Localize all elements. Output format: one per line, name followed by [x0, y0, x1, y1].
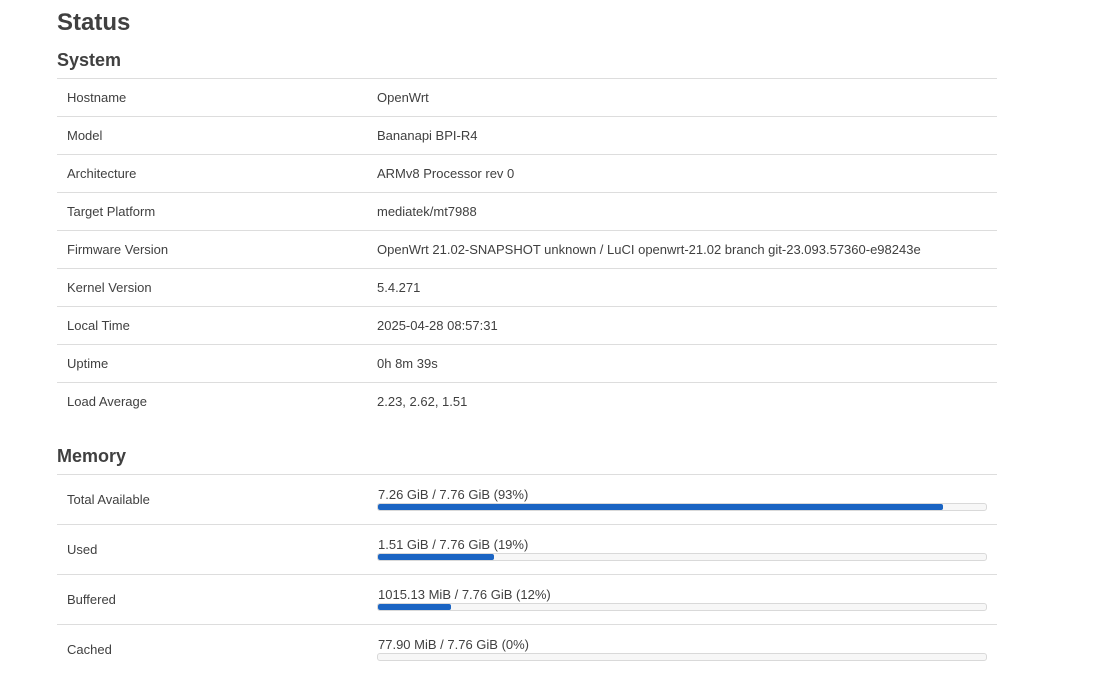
memory-section-title: Memory: [57, 446, 127, 466]
table-row: Architecture ARMv8 Processor rev 0: [57, 155, 997, 193]
table-row: Kernel Version 5.4.271: [57, 269, 997, 307]
progress-fill: [378, 604, 451, 610]
system-section-title: System: [57, 50, 122, 70]
table-row: Hostname OpenWrt: [57, 79, 997, 117]
memory-text-cached: 77.90 MiB / 7.76 GiB (0%): [378, 637, 530, 652]
memory-bar-total-available: [377, 503, 987, 511]
system-value-local-time: 2025-04-28 08:57:31: [377, 318, 498, 333]
system-value-target-platform: mediatek/mt7988: [377, 204, 477, 219]
table-row: Model Bananapi BPI-R4: [57, 117, 997, 155]
system-value-hostname: OpenWrt: [377, 90, 429, 105]
memory-label-used: Used: [67, 542, 98, 557]
system-label-hostname: Hostname: [67, 90, 127, 105]
table-row: Total Available 7.26 GiB / 7.76 GiB (93%…: [57, 475, 997, 525]
system-label-architecture: Architecture: [67, 166, 137, 181]
system-value-uptime: 0h 8m 39s: [377, 356, 438, 371]
system-table: Hostname OpenWrt Model Bananapi BPI-R4 A…: [57, 78, 997, 420]
system-label-uptime: Uptime: [67, 356, 109, 371]
table-row: Cached 77.90 MiB / 7.76 GiB (0%): [57, 625, 997, 674]
system-label-target-platform: Target Platform: [67, 204, 156, 219]
memory-label-buffered: Buffered: [67, 592, 116, 607]
system-value-model: Bananapi BPI-R4: [377, 128, 478, 143]
memory-text-total-available: 7.26 GiB / 7.76 GiB (93%): [378, 487, 529, 502]
table-row: Target Platform mediatek/mt7988: [57, 193, 997, 231]
progress-fill: [378, 554, 494, 560]
memory-label-total-available: Total Available: [67, 492, 150, 507]
system-label-load-average: Load Average: [67, 394, 147, 409]
system-value-architecture: ARMv8 Processor rev 0: [377, 166, 515, 181]
table-row: Used 1.51 GiB / 7.76 GiB (19%): [57, 525, 997, 575]
system-value-firmware-version: OpenWrt 21.02-SNAPSHOT unknown / LuCI op…: [377, 242, 921, 257]
system-label-model: Model: [67, 128, 103, 143]
progress-fill: [378, 504, 944, 510]
memory-label-cached: Cached: [67, 642, 112, 657]
system-label-firmware-version: Firmware Version: [67, 242, 169, 257]
table-row: Buffered 1015.13 MiB / 7.76 GiB (12%): [57, 575, 997, 625]
memory-text-used: 1.51 GiB / 7.76 GiB (19%): [378, 537, 529, 552]
memory-text-buffered: 1015.13 MiB / 7.76 GiB (12%): [378, 587, 551, 602]
system-label-local-time: Local Time: [67, 318, 130, 333]
memory-bar-cached: [377, 653, 987, 661]
page-title: Status: [57, 9, 131, 36]
memory-bar-used: [377, 553, 987, 561]
memory-bar-buffered: [377, 603, 987, 611]
system-value-load-average: 2.23, 2.62, 1.51: [377, 394, 468, 409]
table-row: Local Time 2025-04-28 08:57:31: [57, 307, 997, 345]
system-value-kernel-version: 5.4.271: [377, 280, 421, 295]
table-row: Firmware Version OpenWrt 21.02-SNAPSHOT …: [57, 231, 997, 269]
table-row: Load Average 2.23, 2.62, 1.51: [57, 383, 997, 420]
table-row: Uptime 0h 8m 39s: [57, 345, 997, 383]
memory-table: Total Available 7.26 GiB / 7.76 GiB (93%…: [57, 474, 997, 674]
system-label-kernel-version: Kernel Version: [67, 280, 152, 295]
